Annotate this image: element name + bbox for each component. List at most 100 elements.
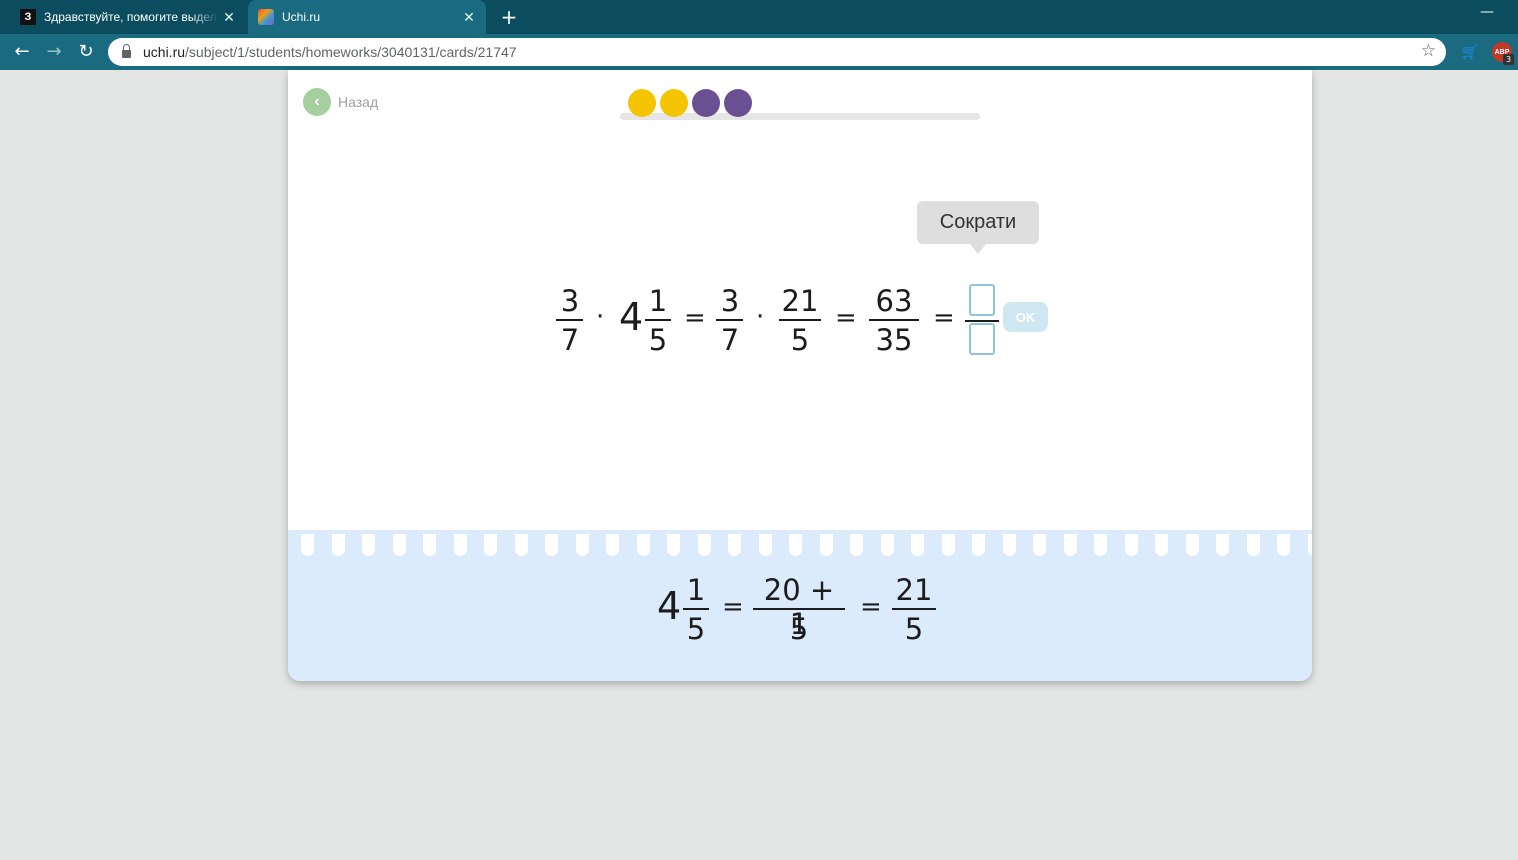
tab-zznanija[interactable]: З Здравствуйте, помогите выдели ✕ [10,0,246,34]
scallop-notch [1125,534,1138,556]
url-domain: uchi.ru [143,44,186,60]
uchi-favicon-icon [258,9,274,25]
minimize-icon[interactable]: — [1480,4,1494,20]
scallop-notch [1155,534,1168,556]
mixed-whole: 4 [619,295,644,339]
answer-denominator-input[interactable] [969,323,995,355]
fraction-numerator: 21 [781,284,819,318]
ok-button[interactable]: OK [1003,302,1048,332]
scallop-notch [698,534,711,556]
scallop-notch [484,534,497,556]
fraction-bar [779,319,821,321]
scallop-notch [1003,534,1016,556]
reload-icon[interactable]: ↻ [74,40,98,64]
multiply-sign: · [756,302,765,332]
scallop-notch [972,534,985,556]
fraction-denominator: 7 [560,323,580,357]
fraction-bar [716,319,743,321]
scallop-notch [789,534,802,556]
fraction-bar [965,320,999,322]
progress-dot [660,89,688,117]
scallop-notch [942,534,955,556]
fraction-bar [869,319,919,321]
scallop-notch [911,534,924,556]
scallop-notch [637,534,650,556]
equals-sign: = [684,303,706,333]
fraction-bar [892,608,936,610]
equals-sign: = [722,592,744,622]
scallop-notch [759,534,772,556]
scallop-notch [423,534,436,556]
scallop-notch [576,534,589,556]
url-path: /subject/1/students/homeworks/3040131/ca… [185,44,517,60]
back-label: Назад [338,94,379,110]
chevron-left-icon: ‹ [303,88,331,116]
hint-panel-scallop-edge [288,532,1312,558]
fraction-denominator: 35 [875,323,913,357]
fraction-numerator: 21 [895,573,933,607]
extension-badge: 3 [1503,54,1514,65]
scallop-notch [881,534,894,556]
progress-dot [692,89,720,117]
equals-sign: = [860,592,882,622]
scallop-notch [454,534,467,556]
scallop-notch [1216,534,1229,556]
scallop-notch [606,534,619,556]
tab-title: Uchi.ru [282,10,321,24]
scallop-notch [393,534,406,556]
fraction-denominator: 5 [789,612,809,646]
scallop-notch [1308,534,1312,556]
scallop-notch [515,534,528,556]
new-tab-plus-icon[interactable]: + [498,6,520,28]
tab-uchi[interactable]: Uchi.ru ✕ [248,0,486,34]
scallop-notch [1186,534,1199,556]
multiply-sign: · [596,302,605,332]
answer-numerator-input[interactable] [969,284,995,316]
fraction-denominator: 5 [904,612,924,646]
back-link[interactable]: ‹ Назад [303,88,378,116]
hint-tooltip: Сократи [917,201,1039,254]
scallop-notch [667,534,680,556]
scallop-notch [820,534,833,556]
lock-icon [122,44,131,58]
fraction-bar [753,608,845,610]
fraction-numerator: 63 [875,284,913,318]
scallop-notch [301,534,314,556]
fraction-bar [683,608,709,610]
close-tab-icon[interactable]: ✕ [218,9,240,26]
scallop-notch [1277,534,1290,556]
fraction-denominator: 5 [648,323,668,357]
equals-sign: = [835,303,857,333]
tab-strip: З Здравствуйте, помогите выдели ✕ Uchi.r… [0,0,1518,34]
close-tab-icon[interactable]: ✕ [458,9,480,26]
scallop-notch [1094,534,1107,556]
fraction-numerator: 1 [686,573,706,607]
fraction-denominator: 7 [720,323,740,357]
task-card: ‹ Назад Сократи 3 7 · 4 1 5 = 3 7 · 21 5… [288,70,1312,681]
browser-toolbar: ← → ↻ uchi.ru/subject/1/students/homewor… [0,34,1518,70]
fraction-numerator: 3 [720,284,740,318]
tab-title: Здравствуйте, помогите выдели [44,10,218,24]
scallop-notch [545,534,558,556]
fraction-bar [556,319,583,321]
fraction-numerator: 3 [560,284,580,318]
bookmark-star-icon[interactable]: ☆ [1421,41,1436,61]
progress-dot [724,89,752,117]
scallop-notch [362,534,375,556]
scallop-notch [728,534,741,556]
fraction-denominator: 5 [686,612,706,646]
scallop-notch [850,534,863,556]
address-bar[interactable]: uchi.ru/subject/1/students/homeworks/304… [108,38,1446,66]
cart-extension-icon[interactable]: 🛒︎ [1460,43,1479,61]
scallop-notch [1247,534,1260,556]
scallop-notch [1033,534,1046,556]
mixed-whole: 4 [657,584,682,628]
scallop-notch [1064,534,1077,556]
back-arrow-icon[interactable]: ← [10,40,34,64]
equals-sign: = [933,303,955,333]
forward-arrow-icon[interactable]: → [42,40,66,64]
scallop-notch [332,534,345,556]
znanija-favicon-icon: З [20,9,36,25]
fraction-numerator: 1 [648,284,668,318]
fraction-denominator: 5 [790,323,810,357]
